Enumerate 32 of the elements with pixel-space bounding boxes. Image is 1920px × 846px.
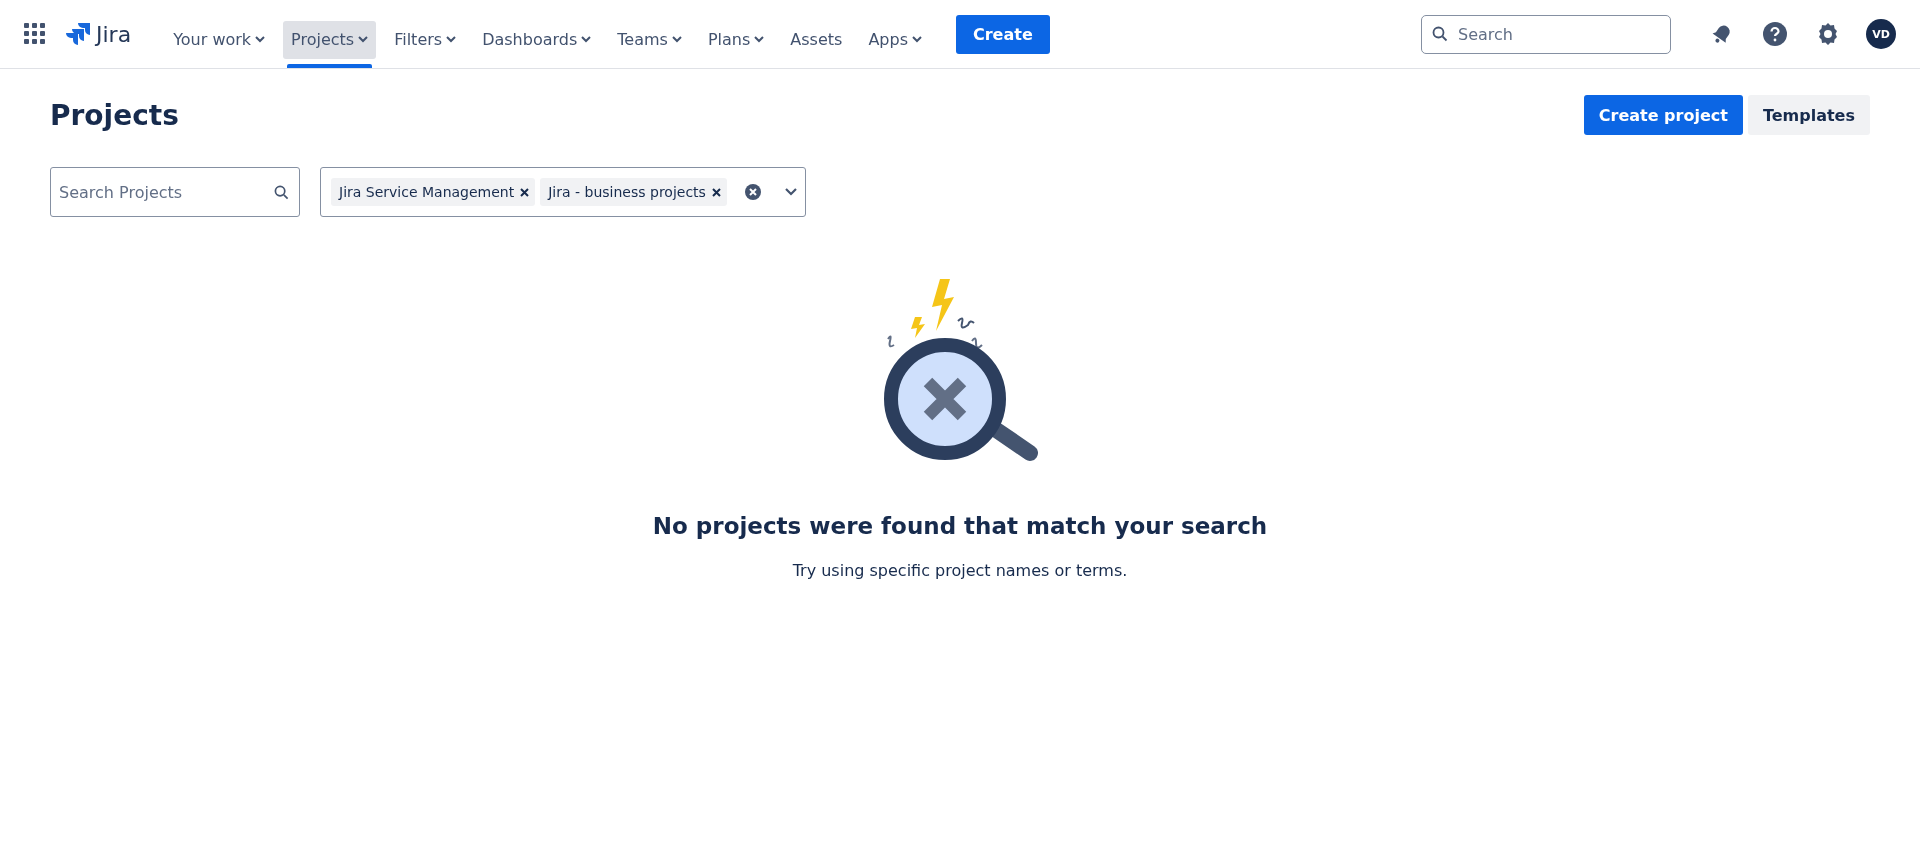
clear-icon[interactable]: [745, 184, 761, 200]
nav-menu-item[interactable]: Assets: [782, 20, 851, 59]
nav-menu-item[interactable]: Filters: [386, 20, 465, 59]
search-icon: [274, 184, 289, 200]
empty-state-heading: No projects were found that match your search: [652, 513, 1268, 539]
page-title: Projects: [50, 98, 180, 132]
nav-menu-item[interactable]: Apps: [860, 20, 930, 59]
product-filter-select[interactable]: Jira Service Management Jira - business projects: [320, 167, 806, 217]
nav-menu-item[interactable]: Your work: [165, 20, 274, 59]
create-project-button[interactable]: Create project: [1583, 95, 1743, 135]
help-icon: [1763, 22, 1787, 46]
bell-icon: [1711, 23, 1733, 45]
logo-icon: [66, 22, 90, 46]
templates-button[interactable]: Templates: [1747, 95, 1870, 135]
app-grid-icon[interactable]: [24, 23, 46, 45]
user-avatar[interactable]: VD: [1866, 19, 1896, 49]
nav-menu-item[interactable]: Dashboards: [474, 20, 600, 59]
product-name: Jira: [96, 21, 132, 47]
remove-tag-button[interactable]: [520, 187, 530, 197]
chevron-down-icon[interactable]: [785, 188, 797, 196]
create-button[interactable]: Create: [955, 14, 1050, 54]
filter-tag: Jira - business projects: [540, 178, 727, 206]
search-projects-field[interactable]: Search Projects: [50, 167, 300, 217]
nav-menu-item[interactable]: Plans: [699, 20, 773, 59]
gear-icon: [1816, 22, 1840, 46]
empty-state-hint: Try using specific project names or terms.: [792, 561, 1128, 580]
nav-menu-item[interactable]: Teams: [609, 20, 690, 59]
filter-tag: Jira Service Management: [331, 178, 536, 206]
nav-menu-item[interactable]: Projects: [283, 20, 377, 59]
search-field[interactable]: Search: [1421, 14, 1671, 54]
remove-tag-button[interactable]: [711, 187, 721, 197]
search-icon: [1432, 26, 1448, 42]
